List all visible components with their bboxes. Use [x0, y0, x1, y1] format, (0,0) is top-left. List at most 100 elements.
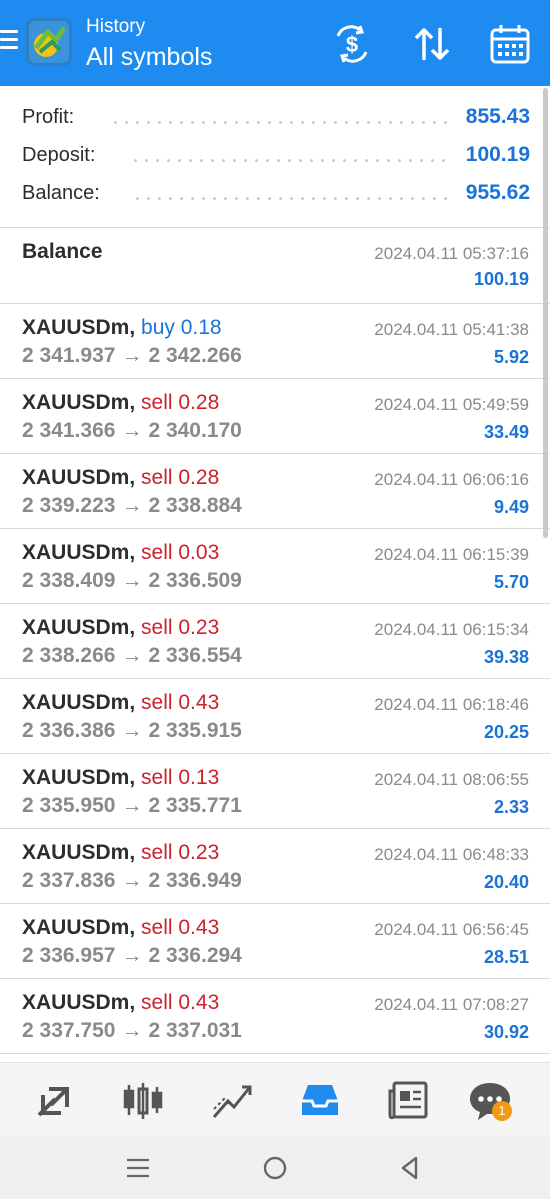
balance-value: 955.62 [465, 181, 530, 204]
deal-row[interactable]: XAUUSDm, sell 0.43 2 336.386 → 2 335.915 2… [0, 679, 550, 754]
profit-value: 855.43 [465, 105, 530, 128]
chart-icon[interactable] [121, 1079, 165, 1123]
deal-profit: 5.70 [493, 572, 529, 592]
deal-time: 2024.04.11 08:06:55 [374, 770, 529, 789]
balance-entry-time: 2024.04.11 05:37:16 [374, 244, 529, 263]
deal-time: 2024.04.11 06:15:39 [374, 545, 529, 564]
deal-symbol: XAUUSDm, [22, 316, 136, 339]
deal-side: sell 0.13 [141, 766, 220, 789]
deal-close-price: 2 336.509 [148, 569, 242, 592]
deal-time: 2024.04.11 05:41:38 [374, 320, 529, 339]
page-title: All symbols [86, 43, 213, 71]
deal-profit: 33.49 [483, 422, 529, 442]
deal-close-price: 2 340.170 [148, 419, 242, 442]
deal-open-price: 2 335.950 [22, 794, 116, 817]
deal-time: 2024.04.11 06:48:33 [374, 845, 529, 864]
deal-row[interactable]: XAUUSDm, buy 0.18 2 341.937 → 2 342.266 20… [0, 304, 550, 379]
deal-profit: 9.49 [493, 497, 529, 517]
sort-arrows-icon[interactable] [410, 22, 454, 66]
news-icon[interactable] [386, 1079, 430, 1123]
quotes-icon[interactable] [33, 1079, 77, 1123]
deal-open-price: 2 341.937 [22, 344, 116, 367]
dollar-refresh-icon[interactable]: $ [330, 22, 374, 66]
deal-row[interactable]: XAUUSDm, sell 0.43 2 336.957 → 2 336.294 2… [0, 904, 550, 979]
deal-row[interactable]: XAUUSDm, sell 0.28 2 341.366 → 2 340.170 2… [0, 379, 550, 454]
calendar-icon[interactable] [488, 22, 532, 66]
balance-entry-label: Balance [22, 240, 103, 263]
balance-label: Balance: [22, 182, 100, 204]
history-icon[interactable] [298, 1079, 342, 1123]
deal-profit: 39.38 [483, 647, 529, 667]
deal-row[interactable]: XAUUSDm, sell 0.23 2 337.836 → 2 336.949 2… [0, 829, 550, 904]
deal-time: 2024.04.11 05:49:59 [374, 395, 529, 414]
dotted-leader [132, 197, 450, 200]
deal-arrow: → [121, 644, 143, 667]
deal-close-price: 2 337.031 [148, 1019, 242, 1042]
deal-close-price: 2 335.915 [148, 719, 242, 742]
deal-time: 2024.04.11 06:18:46 [374, 695, 529, 714]
deal-open-price: 2 337.750 [22, 1019, 116, 1042]
deal-side: sell 0.23 [141, 841, 220, 864]
balance-entry-row[interactable]: Balance 2024.04.11 05:37:16 100.19 [0, 228, 550, 304]
deal-open-price: 2 338.409 [22, 569, 116, 592]
deal-open-price: 2 336.957 [22, 944, 116, 967]
deal-side: sell 0.28 [141, 391, 220, 414]
scrollbar[interactable] [543, 88, 548, 538]
bottom-nav: 1 [0, 1062, 550, 1136]
app-bar: History All symbols $ [0, 0, 550, 86]
deposit-label: Deposit: [22, 144, 96, 166]
chat-button[interactable]: 1 [468, 1079, 518, 1123]
dotted-leader [110, 121, 450, 124]
deal-side: sell 0.43 [141, 916, 220, 939]
deal-row[interactable]: XAUUSDm, sell 0.28 2 339.223 → 2 338.884 2… [0, 454, 550, 529]
system-nav [0, 1136, 550, 1199]
deal-close-price: 2 336.949 [148, 869, 242, 892]
deal-symbol: XAUUSDm, [22, 766, 136, 789]
deal-symbol: XAUUSDm, [22, 991, 136, 1014]
history-subtitle: History [86, 16, 146, 37]
recent-apps-icon[interactable] [124, 1154, 152, 1182]
deal-profit: 2.33 [493, 797, 529, 817]
deal-symbol: XAUUSDm, [22, 616, 136, 639]
deal-row[interactable]: XAUUSDm, sell 0.43 2 337.750 → 2 337.031 2… [0, 979, 550, 1054]
deposit-value: 100.19 [465, 143, 530, 166]
deal-arrow: → [121, 794, 143, 817]
deal-close-price: 2 335.771 [148, 794, 242, 817]
deal-arrow: → [121, 719, 143, 742]
deal-row[interactable]: XAUUSDm, sell 0.23 2 338.266 → 2 336.554 2… [0, 604, 550, 679]
deal-arrow: → [121, 494, 143, 517]
deal-arrow: → [121, 419, 143, 442]
deal-open-price: 2 341.366 [22, 419, 116, 442]
deal-symbol: XAUUSDm, [22, 391, 136, 414]
deal-side: buy 0.18 [141, 316, 222, 339]
home-icon[interactable] [261, 1154, 289, 1182]
balance-entry-amount: 100.19 [473, 269, 529, 289]
deal-close-price: 2 336.294 [148, 944, 242, 967]
menu-icon[interactable] [0, 30, 18, 54]
trade-icon[interactable] [210, 1079, 254, 1123]
deal-time: 2024.04.11 06:15:34 [374, 620, 529, 639]
summary-panel: Profit: 855.43 Deposit: 100.19 Balance: … [0, 86, 550, 228]
deal-side: sell 0.43 [141, 991, 220, 1014]
deal-symbol: XAUUSDm, [22, 916, 136, 939]
deal-profit: 30.92 [483, 1022, 529, 1042]
deal-row[interactable]: XAUUSDm, sell 0.13 2 335.950 → 2 335.771 2… [0, 754, 550, 829]
deal-arrow: → [121, 1019, 143, 1042]
deal-close-price: 2 338.884 [148, 494, 242, 517]
deal-arrow: → [121, 344, 143, 367]
deal-time: 2024.04.11 06:06:16 [374, 470, 529, 489]
chat-badge: 1 [492, 1101, 512, 1121]
summary-balance-row: Balance: 955.62 [22, 178, 530, 212]
deal-time: 2024.04.11 07:08:27 [374, 995, 529, 1014]
app-logo [26, 18, 72, 66]
back-icon[interactable] [396, 1154, 424, 1182]
deal-side: sell 0.28 [141, 466, 220, 489]
summary-profit-row: Profit: 855.43 [22, 102, 530, 136]
deal-arrow: → [121, 569, 143, 592]
svg-text:$: $ [346, 32, 358, 57]
deal-symbol: XAUUSDm, [22, 691, 136, 714]
deal-symbol: XAUUSDm, [22, 841, 136, 864]
deal-arrow: → [121, 944, 143, 967]
deal-row[interactable]: XAUUSDm, sell 0.03 2 338.409 → 2 336.509 2… [0, 529, 550, 604]
deal-profit: 20.25 [483, 722, 529, 742]
